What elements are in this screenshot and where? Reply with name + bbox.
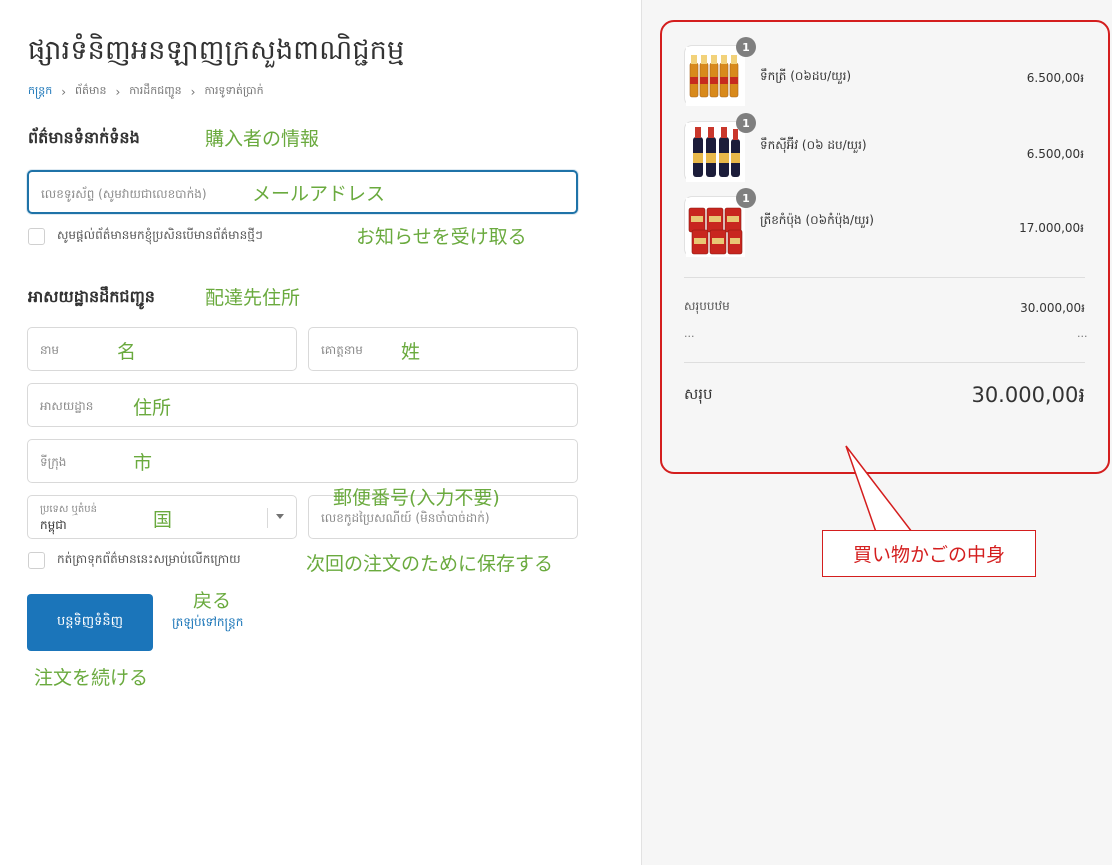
- annotation-first-name: 名: [117, 341, 137, 363]
- breadcrumb-information: ព័ត៌មាន: [75, 84, 107, 97]
- continue-shopping-button[interactable]: បន្តទិញទំនិញ: [27, 594, 153, 651]
- cart-item: 1 ទឹកត្រី (០៦ដប/យួរ) 6.500,00៛: [684, 37, 1084, 107]
- item-price: 6.500,00៛: [1026, 147, 1084, 161]
- annotation-return: 戻る: [193, 590, 232, 612]
- newsletter-label: សូមផ្តល់ព័ត៌មានមកខ្ញុំប្រសិនបើមានព័ត៌មាន…: [57, 228, 263, 242]
- chevron-down-icon[interactable]: [276, 514, 284, 519]
- breadcrumb-payment: ការទូទាត់ប្រាក់: [204, 84, 264, 97]
- summary-divider: [684, 277, 1085, 278]
- annotation-postal-code: 郵便番号(入力不要): [333, 487, 500, 509]
- chevron-right-icon: ›: [61, 85, 67, 99]
- address-field[interactable]: អាសយដ្ឋាន: [27, 383, 578, 427]
- soy-sauce-product-image: 1: [684, 113, 756, 182]
- shipping-section-title: អាសយដ្ឋានដឹកជញ្ជូន: [28, 287, 155, 306]
- first-name-field[interactable]: នាម: [27, 327, 297, 371]
- annotation-country: 国: [153, 509, 173, 531]
- postal-code-placeholder: លេខកូដប្រៃសណីយ៍ (មិនចាំបាច់ដាក់): [321, 511, 490, 525]
- city-placeholder: ទីក្រុង: [40, 455, 67, 469]
- country-value: កម្ពុជា: [40, 518, 67, 532]
- newsletter-checkbox[interactable]: [28, 227, 45, 245]
- annotation-save-info: 次回の注文のために保存する: [306, 553, 554, 575]
- shipping-value-placeholder: ...: [1077, 327, 1088, 340]
- last-name-placeholder: គោត្តនាម: [321, 343, 363, 357]
- checkout-main: ផ្សារទំនិញអនឡាញក្រសួងពាណិជ្ជកម្ម កន្ត្រក…: [0, 0, 641, 865]
- total-label: សរុប: [684, 385, 713, 403]
- chevron-right-icon: ›: [115, 85, 121, 99]
- item-price: 6.500,00៛: [1026, 71, 1084, 85]
- address-placeholder: អាសយដ្ឋាន: [40, 399, 94, 413]
- save-info-row[interactable]: កត់ត្រាទុកព័ត៌មាននេះសម្រាប់លើកក្រោយ: [28, 551, 241, 569]
- save-info-checkbox[interactable]: [28, 551, 45, 569]
- shipping-label-placeholder: ...: [684, 327, 695, 340]
- quantity-badge: 1: [736, 113, 756, 133]
- quantity-badge: 1: [736, 37, 756, 57]
- item-name: ត្រីខកំប៉ុង (០៦កំប៉ុង/យួរ): [760, 213, 874, 227]
- annotation-address: 住所: [133, 397, 172, 419]
- return-to-cart-link[interactable]: ត្រឡប់ទៅកន្ត្រក: [172, 614, 243, 632]
- cart-item: 1 ត្រីខកំប៉ុង (០៦កំប៉ុង/យួរ) 17.000,00៛: [684, 188, 1084, 258]
- subtotal-label: សរុបបឋម: [684, 299, 730, 313]
- page-title: ផ្សារទំនិញអនឡាញក្រសួងពាណិជ្ជកម្ម: [28, 35, 405, 66]
- annotation-continue: 注文を続ける: [34, 667, 149, 689]
- fish-sauce-product-image: 1: [684, 37, 756, 106]
- cart-contents-callout: 買い物かごの中身: [822, 530, 1036, 577]
- cart-item: 1 ទឹកស៊ីអ៊ីវ (០៦ ដប/យួរ) 6.500,00៛: [684, 113, 1084, 183]
- email-placeholder: លេខទូរស័ព្ទ (សូមវាយជាលេខបាក់ង): [41, 187, 207, 201]
- last-name-field[interactable]: គោត្តនាម: [308, 327, 578, 371]
- city-field[interactable]: ទីក្រុង: [27, 439, 578, 483]
- annotation-shipping-address: 配達先住所: [205, 287, 301, 309]
- breadcrumb: កន្ត្រក › ព័ត៌មាន › ការដឹកជញ្ជូន › ការទូ…: [28, 84, 264, 100]
- newsletter-row[interactable]: សូមផ្តល់ព័ត៌មានមកខ្ញុំប្រសិនបើមានព័ត៌មាន…: [28, 227, 263, 245]
- annotation-email: メールアドレス: [252, 183, 386, 205]
- total-divider: [684, 362, 1085, 363]
- subtotal-value: 30.000,00៛: [1020, 301, 1085, 315]
- item-name: ទឹកត្រី (០៦ដប/យួរ): [760, 69, 852, 83]
- item-price: 17.000,00៛: [1019, 221, 1084, 235]
- annotation-newsletter: お知らせを受け取る: [356, 226, 527, 248]
- annotation-city: 市: [133, 452, 153, 474]
- country-label: ប្រទេស ឬតំបន់: [40, 504, 97, 515]
- save-info-label: កត់ត្រាទុកព័ត៌មាននេះសម្រាប់លើកក្រោយ: [57, 552, 241, 566]
- item-name: ទឹកស៊ីអ៊ីវ (០៦ ដប/យួរ): [760, 138, 867, 152]
- breadcrumb-cart[interactable]: កន្ត្រក: [28, 84, 52, 100]
- contact-section-title: ព័ត៌មានទំនាក់ទំនង: [28, 128, 140, 147]
- canned-fish-product-image: 1: [684, 188, 756, 257]
- quantity-badge: 1: [736, 188, 756, 208]
- breadcrumb-shipping: ការដឹកជញ្ជូន: [129, 84, 182, 97]
- chevron-right-icon: ›: [190, 85, 196, 99]
- first-name-placeholder: នាម: [40, 343, 60, 357]
- total-value: 30.000,00៛: [971, 383, 1085, 407]
- annotation-last-name: 姓: [401, 341, 421, 363]
- annotation-buyer-info: 購入者の情報: [205, 128, 320, 150]
- select-divider: [267, 508, 268, 528]
